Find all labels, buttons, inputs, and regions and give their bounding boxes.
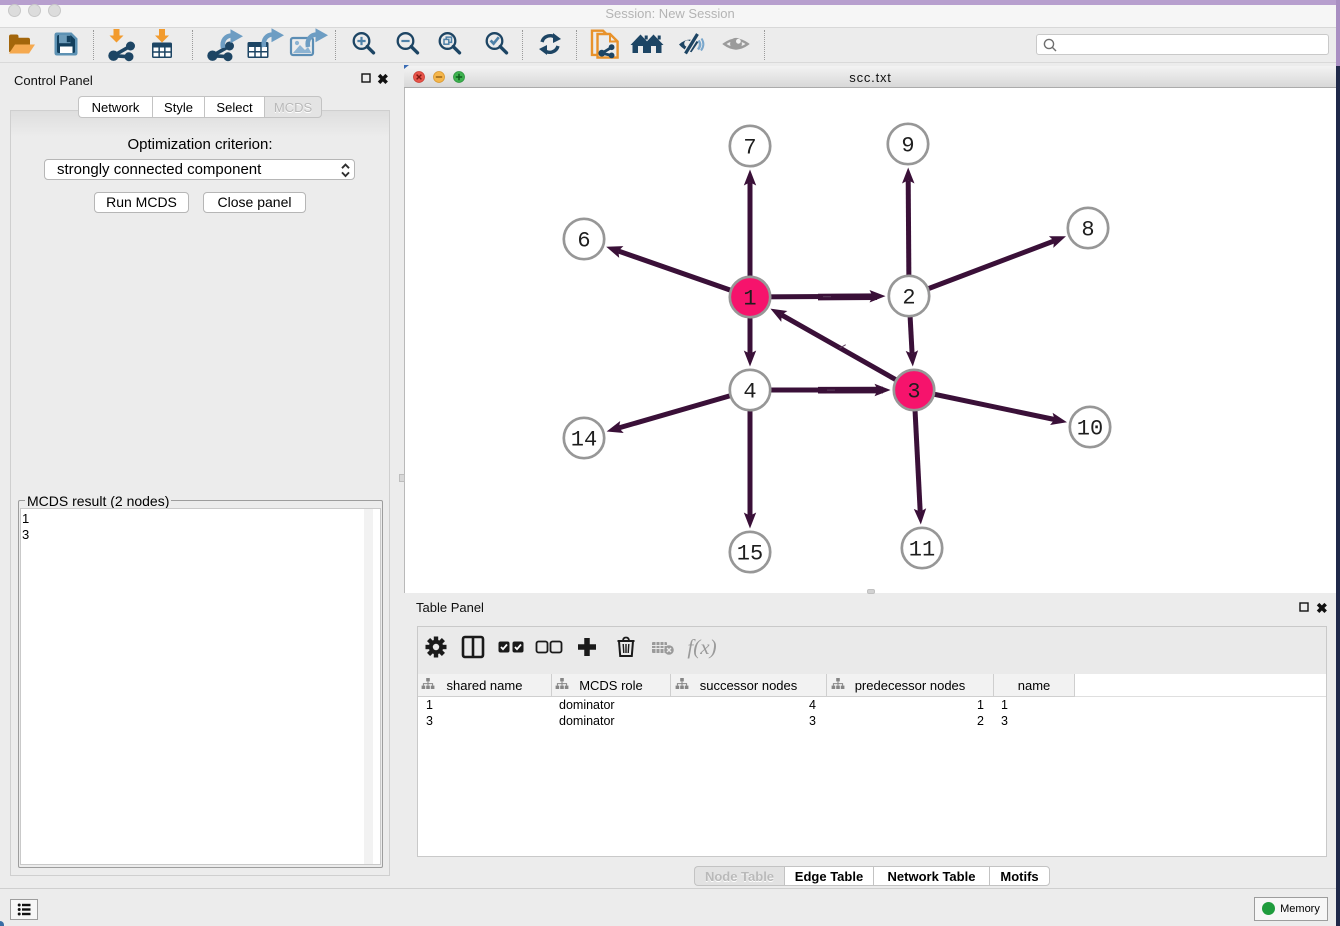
svg-text:2: 2: [902, 286, 915, 311]
svg-text:8: 8: [1081, 218, 1094, 243]
svg-text:3: 3: [907, 380, 920, 405]
svg-text:6: 6: [577, 229, 590, 254]
svg-text:10: 10: [1077, 417, 1103, 442]
svg-text:9: 9: [901, 134, 914, 159]
svg-text:15: 15: [737, 542, 763, 567]
svg-text:f(x): f(x): [687, 635, 716, 659]
svg-text:11: 11: [909, 538, 935, 563]
svg-text:1: 1: [743, 287, 756, 312]
svg-text:7: 7: [743, 136, 756, 161]
svg-text:4: 4: [743, 380, 756, 405]
svg-text:14: 14: [571, 428, 597, 453]
